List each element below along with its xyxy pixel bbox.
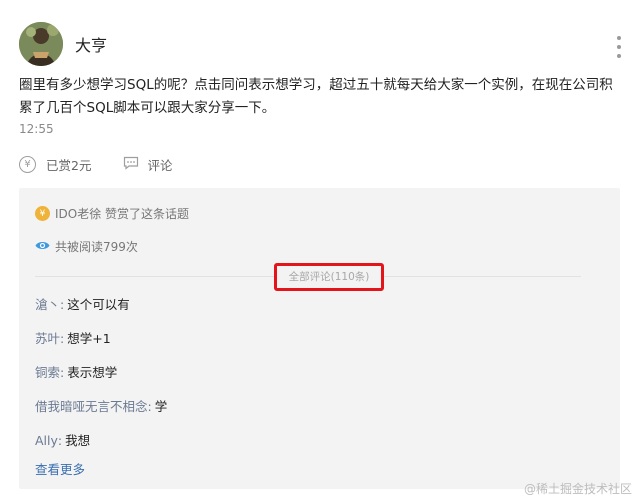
comment-icon <box>123 156 139 173</box>
comment-text: 这个可以有 <box>67 297 130 312</box>
post-header: 大亨 <box>19 22 107 66</box>
eye-icon <box>35 240 50 254</box>
highlight-box <box>274 263 384 291</box>
comment-item: 铜索: 表示想学 <box>35 364 167 398</box>
views-text: 共被阅读799次 <box>55 240 138 254</box>
post-content: 圈里有多少想学习SQL的呢？点击同问表示想学习，超过五十就每天给大家一个实例，在… <box>19 77 613 116</box>
comment-item: 借我暗哑无言不相念: 学 <box>35 398 167 432</box>
see-more-link[interactable]: 查看更多 <box>35 459 85 478</box>
avatar[interactable] <box>19 22 63 66</box>
comment-author[interactable]: 苏叶 <box>35 330 60 364</box>
topic-post: 大亨 圈里有多少想学习SQL的呢？点击同问表示想学习，超过五十就每天给大家一个实… <box>0 0 640 501</box>
reward-summary-text: IDO老徐 赞赏了这条话题 <box>55 207 190 221</box>
comment-text: 表示想学 <box>67 365 118 380</box>
comments-panel: ¥ IDO老徐 赞赏了这条话题 共被阅读799次 全部评论(110条) 滄丶: 这… <box>19 188 620 489</box>
yen-icon: ¥ <box>19 155 36 173</box>
comment-text: 学 <box>154 399 168 414</box>
comment-author[interactable]: 铜索 <box>35 364 60 398</box>
views-summary: 共被阅读799次 <box>35 238 138 255</box>
comment-button[interactable]: 评论 <box>123 155 172 174</box>
username[interactable]: 大亨 <box>75 32 107 56</box>
comment-separator: : <box>147 399 152 414</box>
post-time: 12:55 <box>19 122 54 136</box>
more-vertical-icon[interactable] <box>616 36 622 58</box>
comment-separator: : <box>60 365 65 380</box>
comment-separator: : <box>60 331 65 346</box>
comment-author[interactable]: 借我暗哑无言不相念 <box>35 398 148 432</box>
reward-summary: ¥ IDO老徐 赞赏了这条话题 <box>35 205 189 222</box>
reward-button[interactable]: ¥ 已赏2元 <box>19 155 91 174</box>
comment-item: 苏叶: 想学+1 <box>35 330 167 364</box>
comment-item: 滄丶: 这个可以有 <box>35 296 167 330</box>
comment-text: 想学+1 <box>67 331 111 346</box>
comment-label: 评论 <box>147 157 173 173</box>
reward-label: 已赏2元 <box>46 157 92 173</box>
comment-separator: : <box>60 297 65 312</box>
coin-icon: ¥ <box>35 206 50 221</box>
watermark: @稀土掘金技术社区 <box>523 482 632 496</box>
comment-list: 滄丶: 这个可以有 苏叶: 想学+1 铜索: 表示想学 借我暗哑无言不相念: 学 All… <box>35 296 167 466</box>
comment-author[interactable]: 滄丶 <box>35 296 60 330</box>
post-actions: ¥ 已赏2元 评论 <box>19 154 172 174</box>
